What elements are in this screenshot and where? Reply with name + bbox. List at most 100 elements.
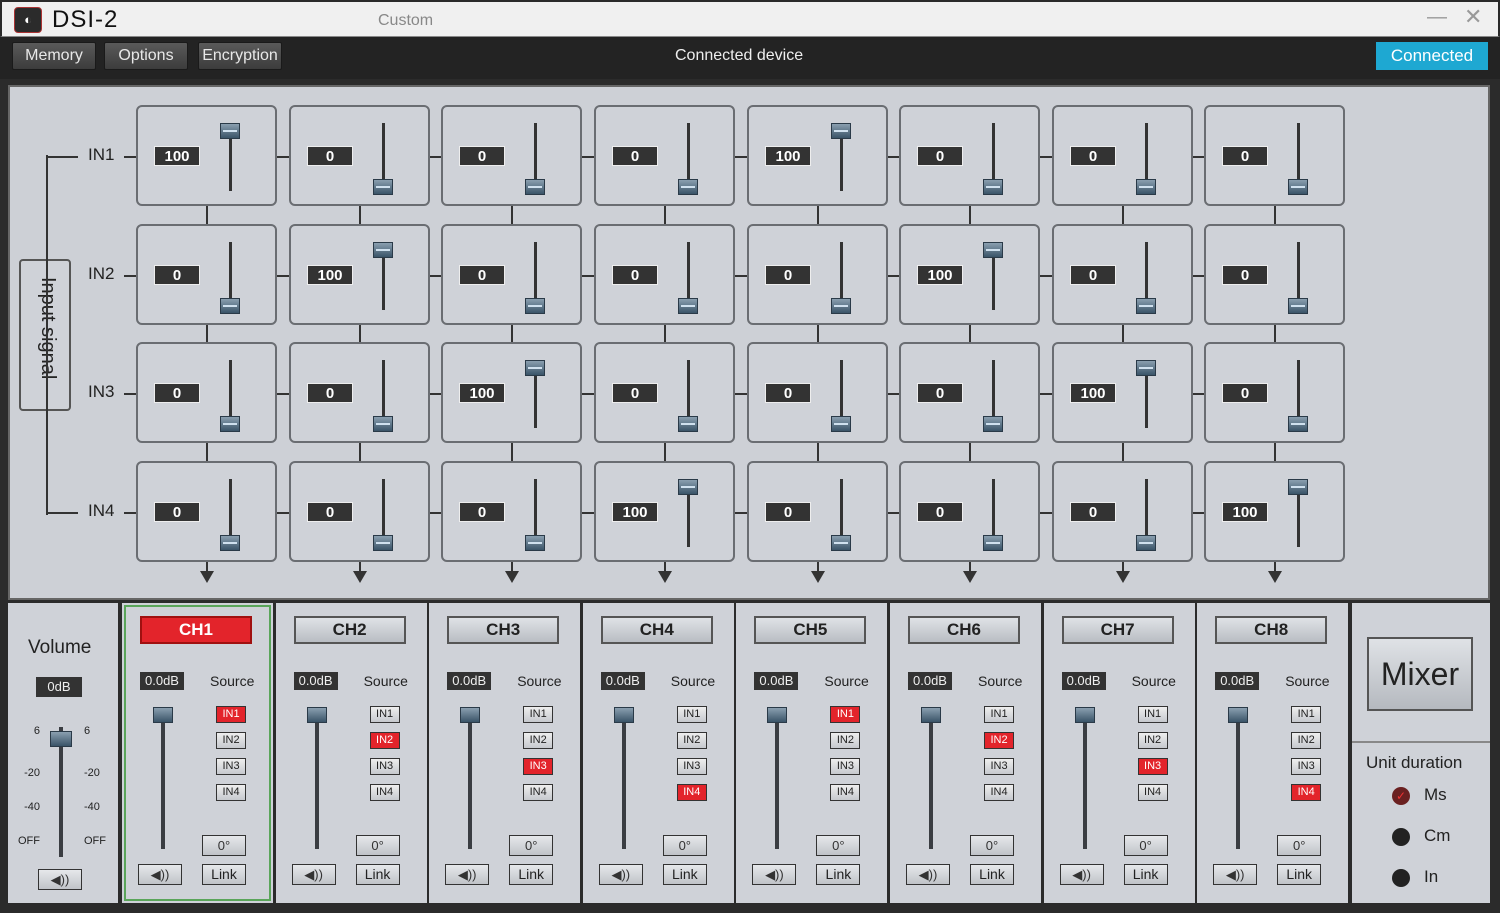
volume-value[interactable]: 0dB (36, 677, 82, 697)
channel-mute-button[interactable]: ◀)) (752, 864, 797, 885)
gain-value[interactable]: 100 (612, 502, 658, 522)
channel-fader-track[interactable] (314, 713, 319, 849)
source-button-in2[interactable]: IN2 (984, 732, 1014, 749)
gain-slider-thumb[interactable] (525, 535, 545, 551)
gain-value[interactable]: 100 (1070, 383, 1116, 403)
gain-slider-thumb[interactable] (983, 416, 1003, 432)
gain-slider-thumb[interactable] (1288, 179, 1308, 195)
channel-fader-track[interactable] (1082, 713, 1087, 849)
channel-mute-button[interactable]: ◀)) (906, 864, 950, 885)
gain-value[interactable]: 100 (1222, 502, 1268, 522)
source-button-in2[interactable]: IN2 (369, 732, 400, 749)
channel-mute-button[interactable]: ◀)) (291, 864, 336, 885)
link-button[interactable]: Link (970, 864, 1014, 885)
channel-select-button[interactable]: CH1 (140, 616, 252, 644)
gain-slider-thumb[interactable] (220, 298, 240, 314)
source-button-in3[interactable]: IN3 (1137, 758, 1168, 775)
gain-slider-thumb[interactable] (678, 416, 698, 432)
phase-button[interactable]: 0° (202, 835, 246, 856)
channel-mute-button[interactable]: ◀)) (138, 864, 182, 885)
link-button[interactable]: Link (816, 864, 861, 885)
source-button-in1[interactable]: IN1 (676, 706, 707, 723)
gain-slider-thumb[interactable] (1288, 479, 1308, 495)
channel-select-button[interactable]: CH3 (447, 616, 560, 644)
source-button-in4[interactable]: IN4 (216, 784, 246, 801)
gain-value[interactable]: 0 (154, 502, 200, 522)
source-button-in1[interactable]: IN1 (1291, 706, 1322, 723)
channel-fader-track[interactable] (1236, 713, 1241, 849)
source-button-in2[interactable]: IN2 (1291, 732, 1322, 749)
gain-value[interactable]: 0 (1222, 265, 1268, 285)
channel-gain-value[interactable]: 0.0dB (908, 672, 952, 690)
gain-slider-thumb[interactable] (1136, 360, 1156, 376)
gain-slider-thumb[interactable] (220, 416, 240, 432)
source-button-in2[interactable]: IN2 (1137, 732, 1168, 749)
channel-select-button[interactable]: CH8 (1215, 616, 1328, 644)
gain-slider-thumb[interactable] (220, 535, 240, 551)
channel-gain-value[interactable]: 0.0dB (1215, 672, 1260, 690)
gain-value[interactable]: 100 (154, 146, 200, 166)
gain-value[interactable]: 0 (765, 502, 811, 522)
channel-fader-thumb[interactable] (1074, 707, 1095, 723)
gain-slider-thumb[interactable] (1288, 298, 1308, 314)
unit-radio-in[interactable] (1392, 869, 1410, 887)
gain-slider-thumb[interactable] (983, 242, 1003, 258)
channel-fader-track[interactable] (775, 713, 780, 849)
gain-slider-thumb[interactable] (373, 416, 393, 432)
source-button-in3[interactable]: IN3 (523, 758, 554, 775)
encryption-button[interactable]: Encryption (198, 42, 282, 70)
gain-slider-thumb[interactable] (1288, 416, 1308, 432)
gain-slider-thumb[interactable] (983, 179, 1003, 195)
gain-slider-thumb[interactable] (1136, 298, 1156, 314)
channel-fader-thumb[interactable] (460, 707, 481, 723)
channel-fader-thumb[interactable] (613, 707, 634, 723)
gain-value[interactable]: 100 (917, 265, 963, 285)
gain-value[interactable]: 0 (612, 146, 658, 166)
source-button-in1[interactable]: IN1 (523, 706, 554, 723)
source-button-in1[interactable]: IN1 (216, 706, 246, 723)
gain-slider-thumb[interactable] (220, 123, 240, 139)
gain-value[interactable]: 0 (154, 383, 200, 403)
channel-fader-thumb[interactable] (306, 707, 327, 723)
link-button[interactable]: Link (662, 864, 707, 885)
source-button-in1[interactable]: IN1 (369, 706, 400, 723)
link-button[interactable]: Link (202, 864, 246, 885)
unit-radio-cm[interactable] (1392, 828, 1410, 846)
channel-gain-value[interactable]: 0.0dB (140, 672, 184, 690)
options-button[interactable]: Options (104, 42, 188, 70)
gain-value[interactable]: 100 (459, 383, 505, 403)
gain-value[interactable]: 0 (612, 383, 658, 403)
gain-slider-thumb[interactable] (373, 535, 393, 551)
channel-fader-track[interactable] (468, 713, 473, 849)
memory-button[interactable]: Memory (12, 42, 96, 70)
gain-value[interactable]: 0 (917, 146, 963, 166)
source-button-in4[interactable]: IN4 (1291, 784, 1322, 801)
source-button-in3[interactable]: IN3 (1291, 758, 1322, 775)
gain-value[interactable]: 0 (1070, 502, 1116, 522)
channel-mute-button[interactable]: ◀)) (445, 864, 490, 885)
gain-value[interactable]: 0 (765, 383, 811, 403)
gain-slider-thumb[interactable] (1136, 535, 1156, 551)
gain-value[interactable]: 0 (917, 502, 963, 522)
close-button[interactable]: ✕ (1464, 4, 1482, 30)
link-button[interactable]: Link (1277, 864, 1322, 885)
source-button-in3[interactable]: IN3 (830, 758, 861, 775)
gain-value[interactable]: 100 (765, 146, 811, 166)
gain-slider-thumb[interactable] (831, 298, 851, 314)
channel-gain-value[interactable]: 0.0dB (293, 672, 338, 690)
gain-slider-thumb[interactable] (1136, 179, 1156, 195)
gain-slider-thumb[interactable] (831, 535, 851, 551)
source-button-in3[interactable]: IN3 (984, 758, 1014, 775)
source-button-in2[interactable]: IN2 (830, 732, 861, 749)
source-button-in4[interactable]: IN4 (984, 784, 1014, 801)
gain-value[interactable]: 0 (459, 265, 505, 285)
channel-select-button[interactable]: CH5 (754, 616, 867, 644)
phase-button[interactable]: 0° (1123, 835, 1168, 856)
volume-slider-thumb[interactable] (50, 731, 72, 747)
gain-slider-thumb[interactable] (373, 242, 393, 258)
gain-value[interactable]: 0 (307, 502, 353, 522)
phase-button[interactable]: 0° (1277, 835, 1322, 856)
gain-value[interactable]: 0 (1070, 265, 1116, 285)
unit-radio-ms[interactable]: ✓ (1392, 787, 1410, 805)
gain-value[interactable]: 0 (154, 265, 200, 285)
